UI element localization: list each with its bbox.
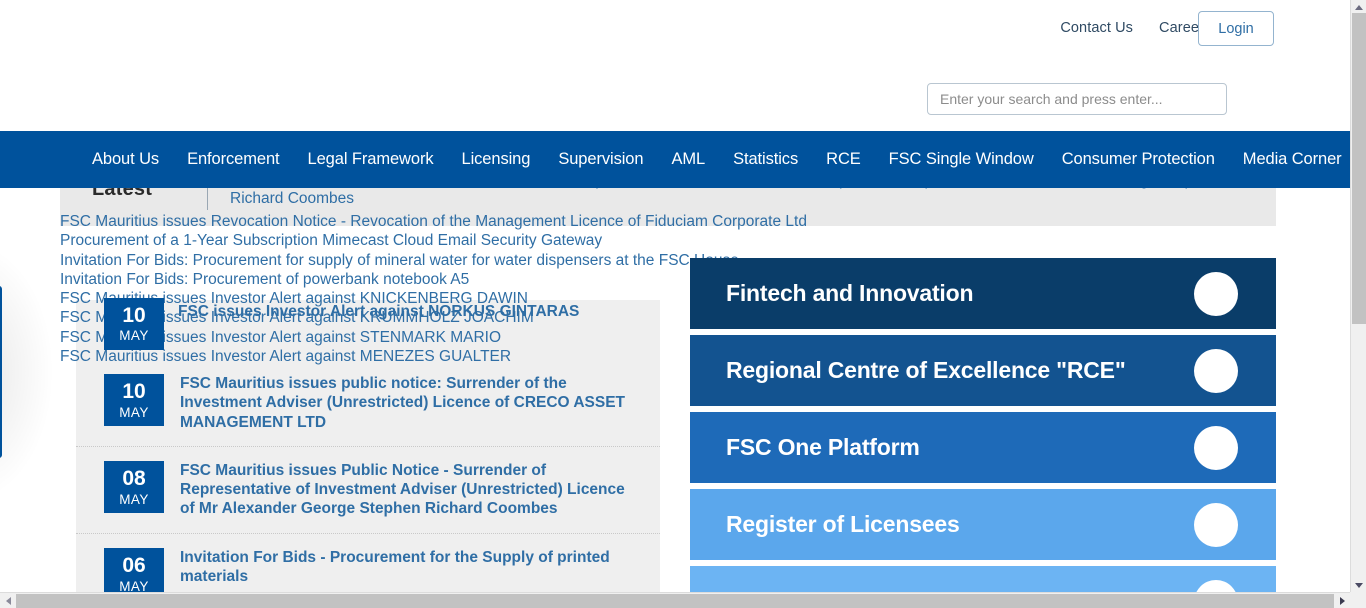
- scroll-left-button[interactable]: [0, 593, 16, 608]
- news-date-badge: 06 MAY: [104, 547, 164, 592]
- utility-link-contact-us[interactable]: Contact Us: [1060, 20, 1133, 36]
- scroll-right-button[interactable]: [1334, 593, 1350, 608]
- ticker-item-revocation-notice[interactable]: FSC Mauritius issues Revocation Notice -…: [60, 212, 1340, 231]
- chevron-left-icon: [5, 596, 11, 605]
- news-list-item[interactable]: 08 MAY FSC Mauritius issues Public Notic…: [76, 447, 660, 534]
- nav-item-legal-framework[interactable]: Legal Framework: [294, 150, 448, 169]
- circle-icon: [1194, 271, 1238, 316]
- page-canvas: Contact Us Careers News Login About Us E…: [0, 0, 1350, 592]
- nav-item-fsc-single-window[interactable]: FSC Single Window: [875, 150, 1048, 169]
- widget-tab[interactable]: [0, 286, 2, 458]
- main-navigation: About Us Enforcement Legal Framework Lic…: [0, 131, 1350, 188]
- ticker-item-mimecast-procurement[interactable]: Procurement of a 1-Year Subscription Mim…: [60, 231, 1340, 250]
- scrollbar-corner: [1350, 592, 1366, 608]
- horizontal-scrollbar[interactable]: [0, 592, 1366, 608]
- news-date-badge: 10 MAY: [104, 374, 164, 426]
- nav-item-aml[interactable]: AML: [657, 150, 719, 169]
- floating-side-widget[interactable]: [0, 244, 52, 500]
- quick-links-panel: Fintech and Innovation Regional Centre o…: [690, 258, 1276, 592]
- news-date-month: MAY: [119, 404, 149, 420]
- vertical-scrollbar[interactable]: [1350, 0, 1366, 592]
- nav-item-rce[interactable]: RCE: [812, 150, 875, 169]
- quick-link-label: Fintech and Innovation: [726, 280, 974, 306]
- vertical-scrollbar-thumb[interactable]: [1352, 13, 1366, 324]
- nav-item-supervision[interactable]: Supervision: [544, 150, 657, 169]
- ticker-item-clipped-wrap[interactable]: Richard Coombes: [230, 190, 354, 208]
- circle-icon: [1194, 348, 1238, 393]
- quick-link-label: Register of Licensees: [726, 511, 960, 537]
- chevron-down-icon: [1355, 582, 1363, 588]
- news-date-month: MAY: [119, 578, 149, 592]
- circle-icon: [1194, 425, 1238, 470]
- news-date-month: MAY: [119, 491, 149, 507]
- nav-item-licensing[interactable]: Licensing: [448, 150, 545, 169]
- news-date-badge: 08 MAY: [104, 460, 164, 513]
- quick-link-fsc-one-platform[interactable]: FSC One Platform: [690, 412, 1276, 483]
- news-list-item[interactable]: 10 MAY FSC Mauritius issues public notic…: [76, 360, 660, 447]
- quick-link-label: FSC One Platform: [726, 434, 920, 460]
- news-date-day: 06: [122, 553, 146, 577]
- search-input[interactable]: [927, 83, 1227, 115]
- news-date-day: 10: [122, 304, 146, 328]
- scroll-down-button[interactable]: [1351, 578, 1366, 592]
- news-date-day: 08: [122, 466, 146, 490]
- news-title-link[interactable]: FSC Mauritius issues Public Notice - Sur…: [180, 461, 634, 519]
- scroll-up-button[interactable]: [1351, 0, 1366, 14]
- news-date-badge: 10 MAY: [104, 298, 164, 350]
- news-date-month: MAY: [119, 328, 149, 344]
- nav-item-about-us[interactable]: About Us: [78, 150, 173, 169]
- nav-item-enforcement[interactable]: Enforcement: [173, 150, 293, 169]
- browser-viewport: Contact Us Careers News Login About Us E…: [0, 0, 1366, 608]
- chevron-right-icon: [1339, 596, 1345, 605]
- nav-item-media-corner[interactable]: Media Corner: [1229, 150, 1350, 169]
- news-title-link[interactable]: FSC Mauritius issues public notice: Surr…: [180, 374, 634, 432]
- widget-glow: [0, 244, 52, 500]
- site-header: Contact Us Careers News Login: [0, 0, 1350, 131]
- nav-item-statistics[interactable]: Statistics: [719, 150, 812, 169]
- nav-item-consumer-protection[interactable]: Consumer Protection: [1048, 150, 1229, 169]
- news-list-item[interactable]: 06 MAY Invitation For Bids - Procurement…: [76, 534, 660, 592]
- login-button[interactable]: Login: [1198, 11, 1274, 46]
- news-date-day: 10: [122, 379, 146, 403]
- quick-link-regional-centre-of-excellence[interactable]: Regional Centre of Excellence "RCE": [690, 335, 1276, 406]
- quick-link-register-of-licensees[interactable]: Register of Licensees: [690, 489, 1276, 560]
- news-title-link[interactable]: Invitation For Bids - Procurement for th…: [180, 548, 634, 587]
- quick-link-fintech-and-innovation[interactable]: Fintech and Innovation: [690, 258, 1276, 329]
- chevron-up-icon: [1355, 4, 1363, 10]
- overlapping-news-card[interactable]: 10 MAY FSC issues Investor Alert against…: [104, 298, 579, 350]
- circle-icon: [1194, 579, 1238, 592]
- circle-icon: [1194, 502, 1238, 547]
- horizontal-scrollbar-thumb[interactable]: [16, 594, 1334, 608]
- quick-link-label: Regional Centre of Excellence "RCE": [726, 357, 1126, 383]
- quick-link-partially-visible[interactable]: [690, 566, 1276, 592]
- news-title-link[interactable]: FSC issues Investor Alert against NORKUS…: [178, 303, 579, 321]
